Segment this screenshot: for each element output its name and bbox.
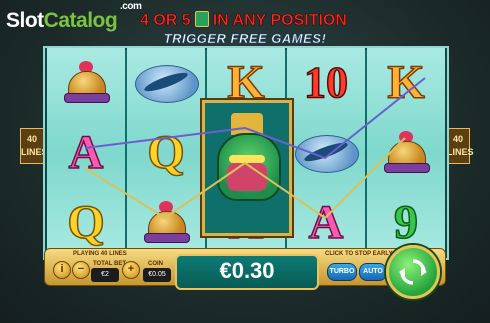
turbo-button[interactable]: TURBO (327, 263, 357, 281)
game-screen: SlotCatalog .com 4 OR 5 IN ANY POSITION T… (0, 0, 490, 323)
bet-decrease-button[interactable]: − (72, 261, 90, 279)
payline-overlay (84, 77, 426, 220)
reels-frame: A Q Q K A 10 A K (43, 46, 449, 260)
dragon-scatter-icon (194, 11, 209, 27)
banner-count-text: 4 OR 5 (140, 12, 191, 30)
lines-count: 40 (26, 134, 37, 144)
coin-value[interactable]: €0.05 (143, 268, 171, 282)
lines-badge-left: 40 LINES (20, 128, 48, 164)
payline-1 (84, 137, 406, 220)
bet-increase-button[interactable]: + (122, 261, 140, 279)
total-bet-value: €2 (91, 268, 119, 282)
coin-label: COIN (148, 261, 163, 267)
banner-line-1: 4 OR 5 IN ANY POSITION (140, 11, 390, 30)
banner-position-text: IN ANY POSITION (212, 12, 347, 30)
slotcatalog-watermark-logo: SlotCatalog .com (6, 1, 142, 32)
stop-early-hint: CLICK TO STOP EARLY (325, 251, 393, 257)
lines-count: 40 (452, 134, 463, 144)
lines-badge-right: 40 LINES (446, 128, 474, 164)
lines-label: LINES (21, 147, 48, 157)
playing-lines-label: PLAYING 40 LINES (73, 251, 127, 257)
spin-arrows-icon (399, 259, 427, 285)
total-bet-label: TOTAL BET (93, 261, 126, 267)
payline-2 (84, 77, 426, 160)
auto-button[interactable]: AUTO (359, 263, 387, 281)
spin-button[interactable] (386, 245, 440, 299)
lines-label: LINES (447, 147, 474, 157)
banner-line-2: TRIGGER FREE GAMES! (163, 31, 327, 46)
info-button[interactable]: i (53, 261, 71, 279)
win-amount-display: €0.30 (175, 254, 319, 290)
